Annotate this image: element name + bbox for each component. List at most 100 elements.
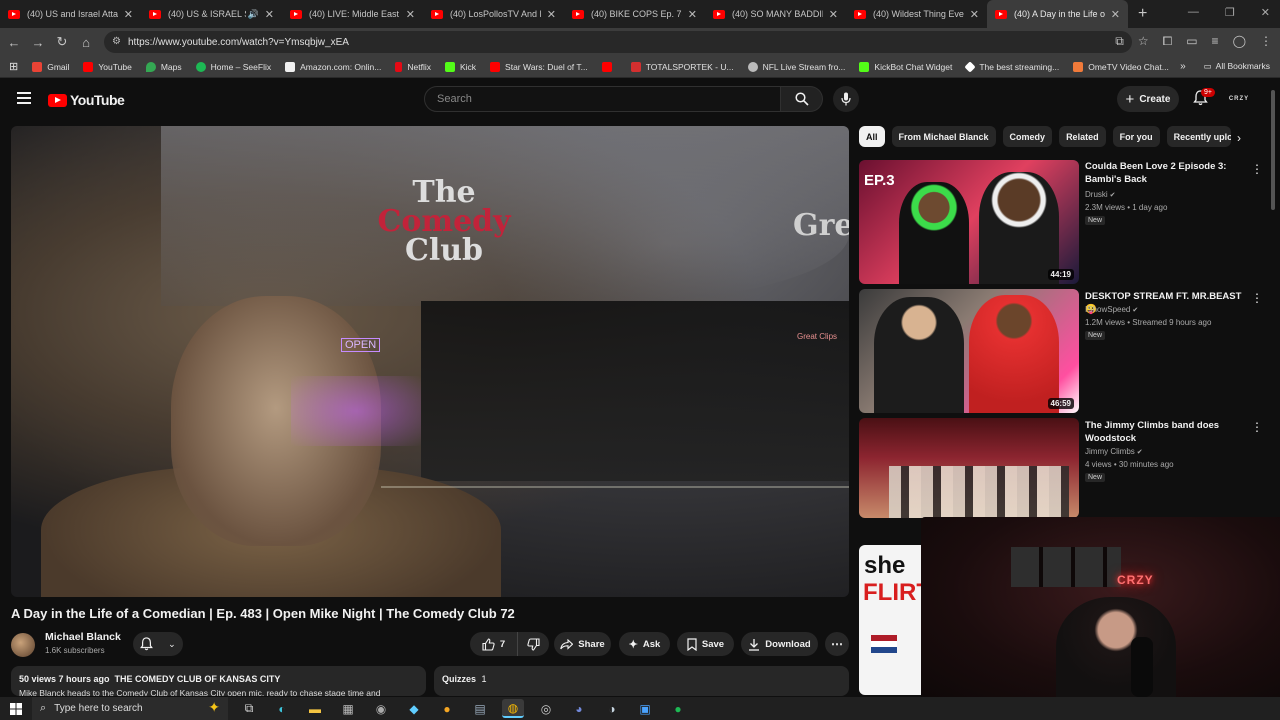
home-icon[interactable]: ⌂ — [74, 35, 98, 50]
bookmark-item[interactable]: NFL Live Stream fro... — [747, 61, 845, 72]
close-tab-icon[interactable]: ✕ — [265, 8, 274, 21]
extensions-icon[interactable]: ⧠ — [1163, 34, 1173, 49]
save-button[interactable]: Save — [677, 632, 734, 656]
browser-menu-icon[interactable]: ⋮ — [1260, 34, 1272, 49]
new-tab-icon[interactable]: + — [1138, 5, 1147, 23]
bookmark-star-icon[interactable]: ☆ — [1138, 34, 1149, 49]
bookmark-item[interactable]: Netflix — [395, 61, 431, 72]
all-bookmarks[interactable]: ▭ All Bookmarks — [1204, 61, 1270, 72]
recommended-channel[interactable]: Druski ✔ — [1085, 190, 1116, 199]
like-button[interactable]: 7 — [470, 632, 517, 656]
chip-from-channel[interactable]: From Michael Blanck — [891, 126, 996, 147]
browser-tab[interactable]: (40) SO MANY BADDIES IN✕ — [705, 0, 846, 28]
quizzes-panel[interactable]: Quizzes 1 — [434, 666, 849, 696]
close-tab-icon[interactable]: ✕ — [547, 8, 556, 21]
chrome-icon[interactable]: ◍ — [502, 699, 524, 718]
search-button[interactable] — [781, 86, 823, 112]
bookmark-item[interactable]: YouTube — [83, 61, 132, 72]
page-scrollbar[interactable] — [1271, 90, 1275, 210]
share-button[interactable]: Share — [554, 632, 611, 656]
chip-comedy[interactable]: Comedy — [1002, 126, 1053, 147]
bookmark-item[interactable]: Gmail — [32, 61, 69, 72]
bookmark-item[interactable]: KickBot Chat Widget — [859, 61, 952, 72]
dislike-button[interactable] — [517, 632, 549, 656]
bookmark-item[interactable]: OmeTV Video Chat... — [1073, 61, 1169, 72]
file-explorer-icon[interactable]: ▬ — [304, 699, 326, 718]
app-icon[interactable]: ◆ — [403, 699, 425, 718]
browser-tab[interactable]: (40) Wildest Thing Ever Sa✕ — [846, 0, 987, 28]
bookmark-item[interactable]: TOTALSPORTEK - U... — [630, 61, 734, 72]
recommended-channel[interactable]: IShowSpeed ✔ — [1085, 305, 1138, 314]
forward-icon[interactable]: → — [26, 35, 50, 50]
bookmark-item[interactable]: Home – SeeFlix — [195, 61, 271, 72]
subscribed-bell-button[interactable]: ⌄ — [133, 632, 183, 656]
chevron-right-icon[interactable]: » — [1180, 61, 1186, 72]
video-thumbnail[interactable]: EP.3 44:19 — [859, 160, 1079, 284]
install-app-icon[interactable]: ⧉ — [1115, 34, 1124, 49]
browser-tab-active[interactable]: (40) A Day in the Life of a✕ — [987, 0, 1128, 28]
windows-start-icon[interactable] — [0, 702, 32, 715]
close-tab-icon[interactable]: ✕ — [406, 8, 415, 21]
apps-grid-icon[interactable]: ⊞ — [9, 60, 18, 73]
recommended-title[interactable]: Coulda Been Love 2 Episode 3: Bambi's Ba… — [1085, 160, 1243, 186]
close-tab-icon[interactable]: ✕ — [124, 8, 133, 21]
taskbar-search[interactable]: ⌕ Type here to search ✦ — [32, 697, 228, 720]
back-icon[interactable]: ← — [2, 35, 26, 50]
bookmark-item[interactable]: The best streaming... — [964, 60, 1059, 73]
video-player[interactable]: The Comedy Club Gre Great Clips OPEN — [11, 126, 849, 597]
more-vertical-icon[interactable]: ⋮ — [1251, 420, 1263, 434]
maximize-icon[interactable]: ❐ — [1225, 6, 1235, 19]
edge-icon[interactable]: ◐ — [271, 699, 293, 718]
close-window-icon[interactable]: ✕ — [1261, 6, 1270, 19]
voice-search-button[interactable] — [833, 86, 859, 112]
bookmark-item[interactable]: Maps — [145, 61, 182, 72]
chevron-right-icon[interactable]: › — [1237, 131, 1241, 145]
hamburger-menu-icon[interactable] — [17, 92, 31, 104]
browser-tab[interactable]: (40) BIKE COPS Ep. 75: He✕ — [564, 0, 705, 28]
ask-button[interactable]: ✦ Ask — [619, 632, 670, 656]
youtube-logo[interactable]: YouTube — [48, 92, 125, 108]
recommended-video[interactable]: The Jimmy Climbs band does Woodstock Jim… — [859, 418, 1269, 518]
bookmark-item[interactable]: Amazon.com: Onlin... — [285, 61, 381, 72]
create-button[interactable]: + Create — [1117, 86, 1179, 112]
description-box[interactable]: 50 views 7 hours ago THE COMEDY CLUB OF K… — [11, 666, 426, 696]
reload-icon[interactable]: ↻ — [50, 34, 74, 50]
recommended-video[interactable]: 46:59 DESKTOP STREAM FT. MR.BEAST 😛 ISho… — [859, 289, 1269, 413]
chip-for-you[interactable]: For you — [1112, 126, 1160, 147]
description-hashtag[interactable]: THE COMEDY CLUB OF KANSAS CITY — [115, 674, 281, 684]
browser-tab[interactable]: (40) US and Israel Attack I✕ — [0, 0, 141, 28]
search-input[interactable]: Search — [424, 86, 781, 112]
profile-icon[interactable]: ◯ — [1233, 34, 1246, 49]
close-tab-icon[interactable]: ✕ — [688, 8, 697, 21]
app-icon[interactable]: ◎ — [535, 699, 557, 718]
browser-tab[interactable]: (40) US & ISRAEL STA🔊✕ — [141, 0, 282, 28]
bookmark-item[interactable]: Star Wars: Duel of T... — [490, 61, 588, 72]
video-thumbnail[interactable]: 46:59 — [859, 289, 1079, 413]
recommended-video[interactable]: EP.3 44:19 Coulda Been Love 2 Episode 3:… — [859, 160, 1269, 284]
app-icon[interactable]: ◉ — [370, 699, 392, 718]
app-icon[interactable]: ▤ — [469, 699, 491, 718]
url-field[interactable]: ⚙ https://www.youtube.com/watch?v=Ymsqbj… — [104, 31, 1132, 53]
media-controls-icon[interactable]: ≡ — [1212, 34, 1219, 49]
channel-avatar[interactable] — [11, 633, 35, 657]
close-tab-icon[interactable]: ✕ — [829, 8, 838, 21]
video-thumbnail[interactable]: she FLIRT — [859, 545, 921, 695]
browser-tab[interactable]: (40) LosPollosTV And Dad✕ — [423, 0, 564, 28]
chip-related[interactable]: Related — [1059, 126, 1106, 147]
channel-name[interactable]: Michael Blanck — [45, 631, 121, 643]
bookmark-item[interactable] — [601, 61, 617, 72]
recommended-title[interactable]: The Jimmy Climbs band does Woodstock — [1085, 419, 1243, 445]
spotify-icon[interactable]: ● — [667, 699, 689, 718]
sidepanel-icon[interactable]: ▭ — [1186, 34, 1197, 49]
download-button[interactable]: Download — [741, 632, 818, 656]
browser-tab[interactable]: (40) LIVE: Middle East real✕ — [282, 0, 423, 28]
bookmark-item[interactable]: Kick — [444, 61, 476, 72]
chip-recently-uploaded[interactable]: Recently uplo — [1166, 126, 1231, 147]
site-info-icon[interactable]: ⚙ — [112, 36, 121, 47]
recommended-channel[interactable]: Jimmy Climbs ✔ — [1085, 447, 1143, 456]
app-icon[interactable]: ● — [436, 699, 458, 718]
discord-icon[interactable]: ◕ — [568, 699, 590, 718]
calculator-icon[interactable]: ▦ — [337, 699, 359, 718]
chip-all[interactable]: All — [859, 126, 885, 147]
steam-icon[interactable]: ◑ — [601, 699, 623, 718]
